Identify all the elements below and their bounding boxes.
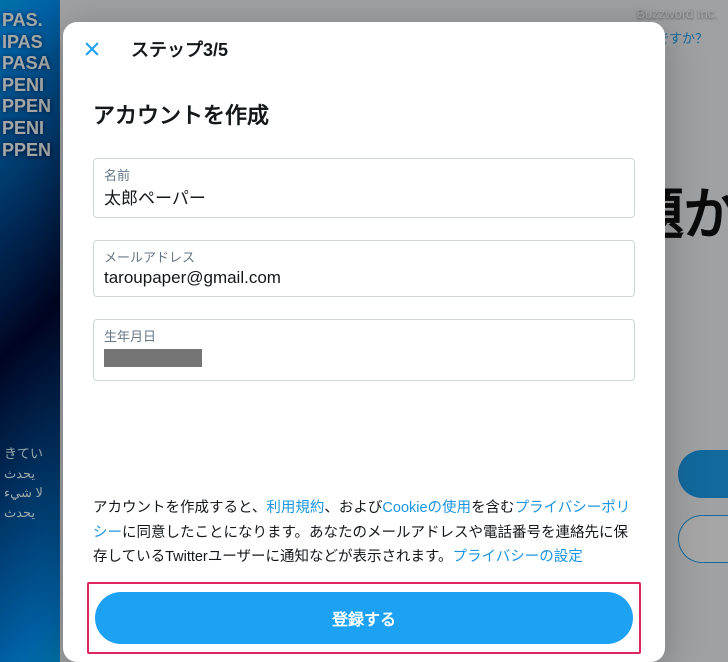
signup-button[interactable]: 登録する [95,592,633,644]
email-input[interactable] [104,268,624,288]
email-label: メールアドレス [104,247,624,266]
legal-text: アカウントを作成すると、利用規約、およびCookieの使用を含むプライバシーポリ… [93,496,635,570]
modal-body: アカウントを作成 名前 メールアドレス 生年月日 アカウントを作成すると、利用規… [63,72,665,662]
email-field[interactable]: メールアドレス [93,240,635,297]
dob-label: 生年月日 [104,326,624,345]
name-label: 名前 [104,165,624,184]
close-icon[interactable] [81,38,103,60]
modal-header: ステップ3/5 [63,22,665,72]
name-field[interactable]: 名前 [93,158,635,218]
name-input[interactable] [104,186,624,206]
page-title: アカウントを作成 [93,98,635,130]
cta-highlight-box: 登録する [87,582,641,654]
cookie-link[interactable]: Cookieの使用 [382,500,471,516]
privacy-settings-link[interactable]: プライバシーの設定 [453,549,583,565]
dob-field[interactable]: 生年月日 [93,319,635,381]
dob-value-redacted [104,349,202,367]
step-indicator: ステップ3/5 [131,36,228,62]
signup-modal: ステップ3/5 アカウントを作成 名前 メールアドレス 生年月日 アカウントを作… [63,22,665,662]
tos-link[interactable]: 利用規約 [266,500,324,516]
